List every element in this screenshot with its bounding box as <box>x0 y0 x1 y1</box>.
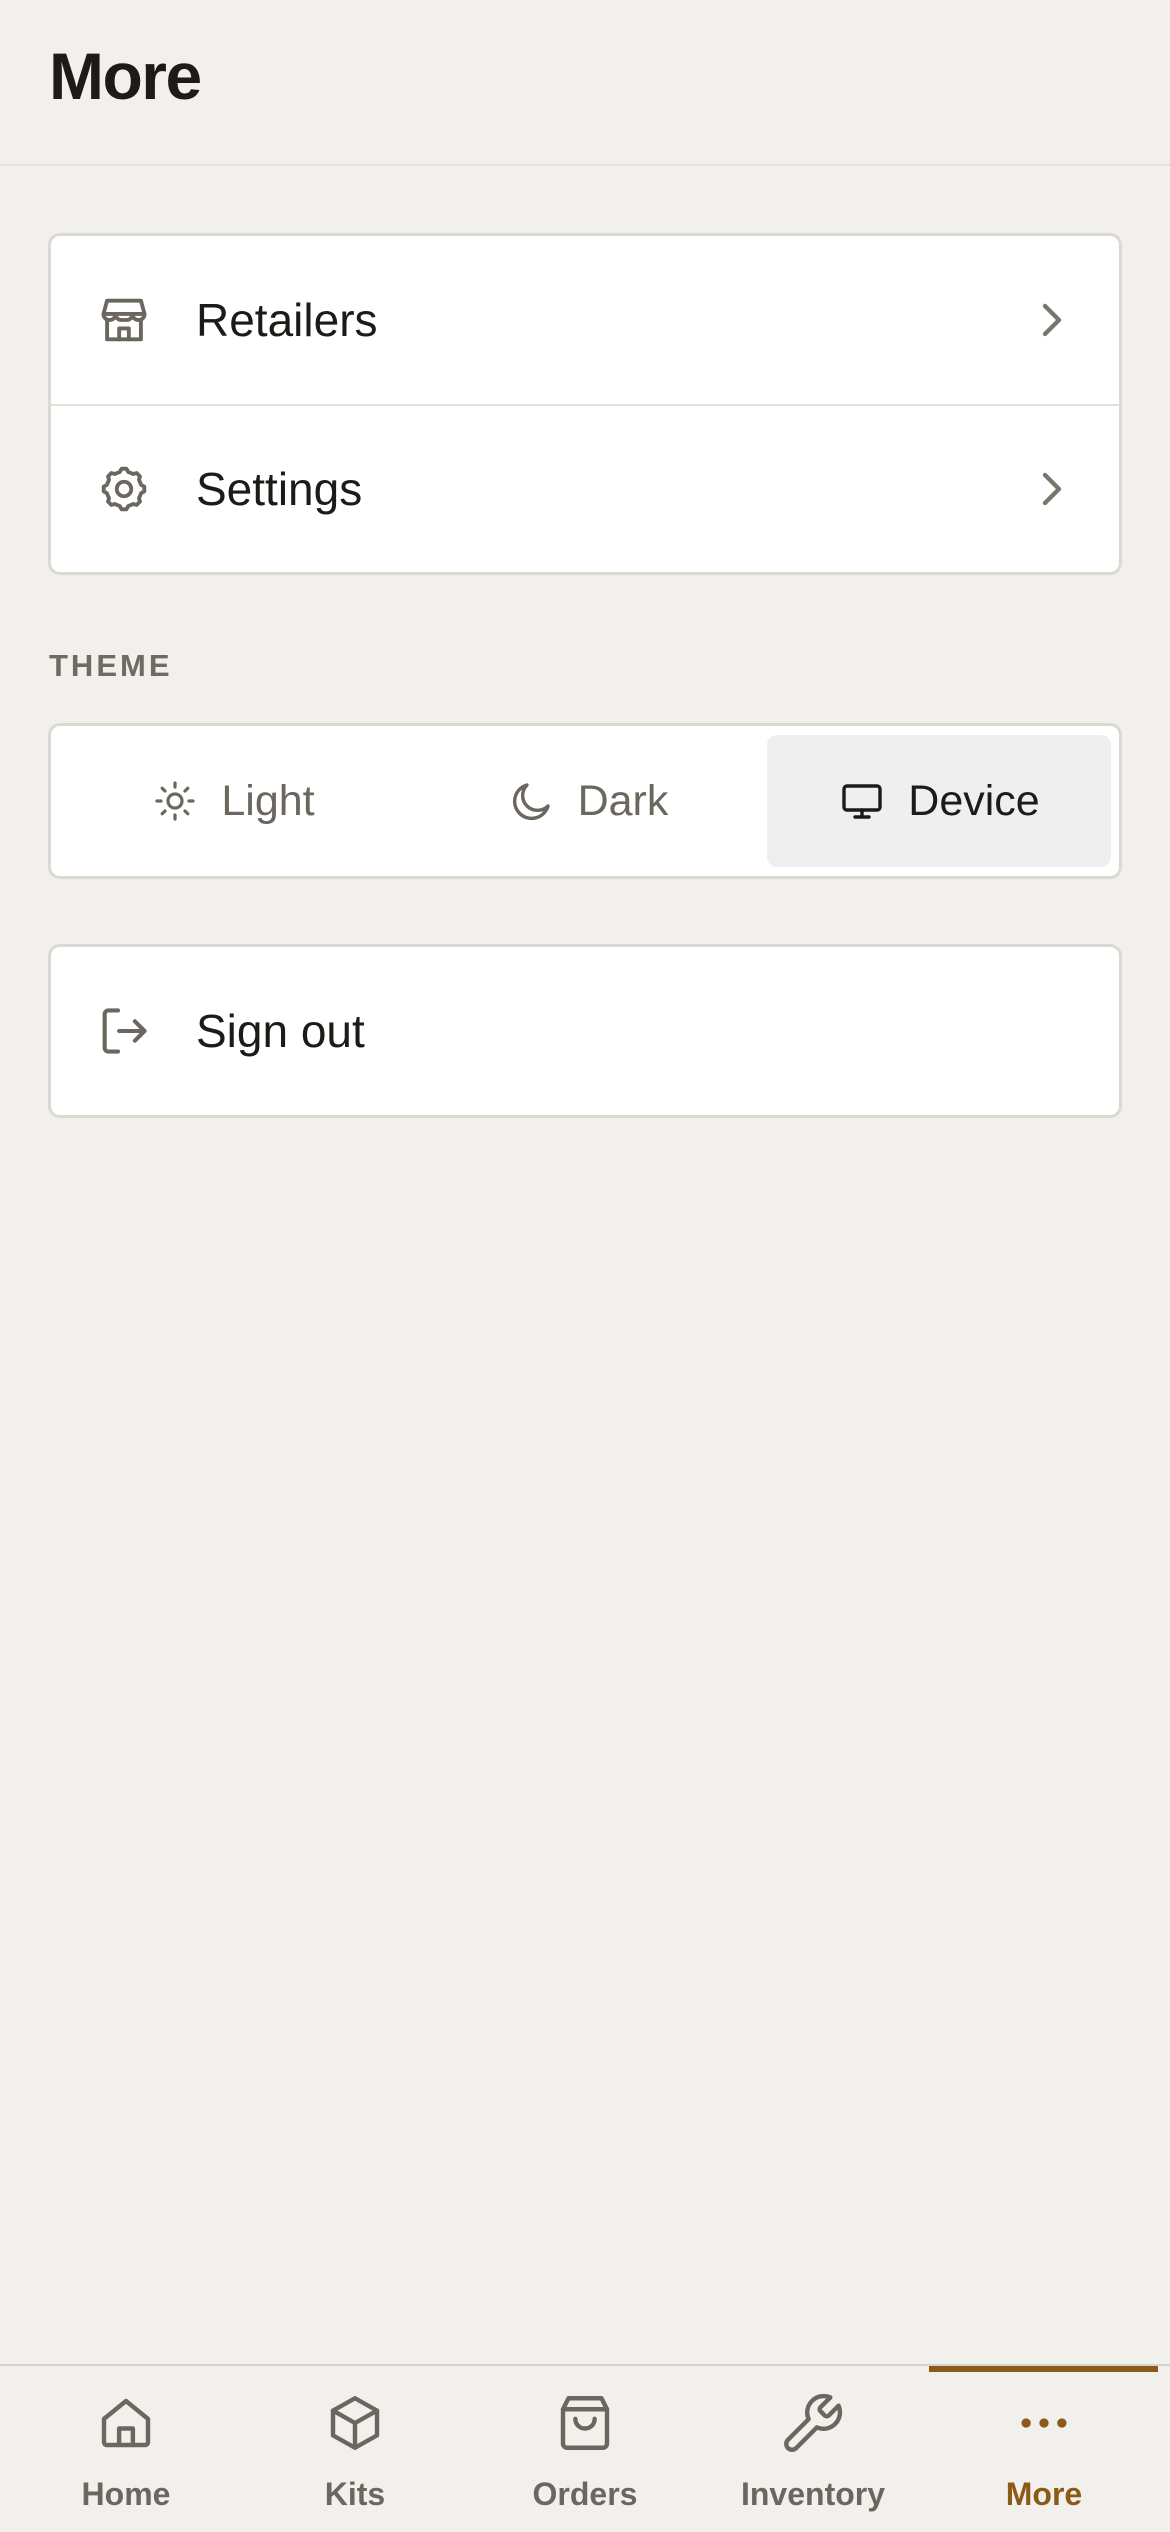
theme-option-dark[interactable]: Dark <box>416 735 760 867</box>
tab-label: Kits <box>324 2476 386 2512</box>
theme-option-label: Dark <box>577 776 669 825</box>
logout-icon <box>102 1008 147 1054</box>
menu-card: Retailers Settings <box>48 233 1122 575</box>
gear-icon <box>101 466 147 512</box>
tab-label: More <box>1005 2476 1083 2512</box>
tab-kits[interactable]: Kits <box>240 2366 470 2532</box>
moon-icon <box>512 783 550 820</box>
theme-option-label: Light <box>221 776 315 825</box>
theme-option-label: Device <box>908 776 1040 825</box>
menu-item-label: Retailers <box>196 294 378 346</box>
more-screen: More Retailers Settings THEME Light Dark… <box>0 0 1170 2532</box>
tab-home[interactable]: Home <box>11 2366 241 2532</box>
tab-label: Inventory <box>740 2476 886 2512</box>
chevron-right-icon <box>1042 303 1062 337</box>
monitor-icon <box>842 784 882 819</box>
bottom-tab-bar: Home Kits Orders Inventory More <box>0 2364 1170 2532</box>
sun-icon <box>155 781 195 821</box>
wrench-icon <box>784 2393 843 2452</box>
store-icon <box>101 298 147 342</box>
menu-item-settings[interactable]: Settings <box>51 404 1119 572</box>
home-icon <box>101 2398 151 2448</box>
more-dots-icon <box>1021 2418 1067 2428</box>
sign-out-label: Sign out <box>196 1005 365 1057</box>
tab-more[interactable]: More <box>929 2366 1159 2532</box>
theme-section-label: THEME <box>49 648 173 683</box>
shopping-bag-icon <box>560 2396 610 2450</box>
box-icon <box>330 2396 380 2450</box>
tab-orders[interactable]: Orders <box>470 2366 700 2532</box>
tab-label: Home <box>81 2476 171 2512</box>
sign-out-button[interactable]: Sign out <box>48 944 1122 1118</box>
page-title: More <box>49 39 202 113</box>
theme-option-light[interactable]: Light <box>61 735 405 867</box>
chevron-right-icon <box>1042 472 1062 506</box>
theme-option-device[interactable]: Device <box>767 735 1111 867</box>
theme-selector: Light Dark Device <box>48 723 1122 879</box>
menu-item-label: Settings <box>196 463 363 515</box>
tab-inventory[interactable]: Inventory <box>698 2366 928 2532</box>
tab-label: Orders <box>532 2476 638 2512</box>
menu-item-retailers[interactable]: Retailers <box>51 236 1119 404</box>
header: More <box>0 0 1170 166</box>
